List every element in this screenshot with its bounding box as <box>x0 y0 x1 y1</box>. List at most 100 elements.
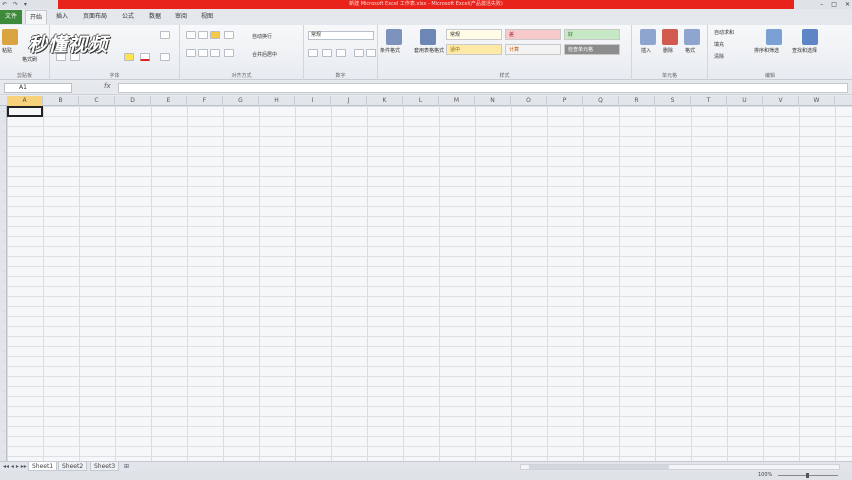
column-header-v[interactable]: V <box>763 96 799 106</box>
align-top-icon[interactable] <box>186 31 196 39</box>
tab-insert[interactable]: 插入 <box>52 10 72 24</box>
row-header[interactable]: · <box>0 449 7 454</box>
maximize-button[interactable]: □ <box>831 0 837 9</box>
tab-view[interactable]: 视图 <box>196 10 218 24</box>
style-good[interactable]: 好 <box>564 29 620 40</box>
font-size-up-icon[interactable] <box>160 31 170 39</box>
row-header[interactable]: · <box>0 419 7 424</box>
column-header-h[interactable]: H <box>259 96 295 106</box>
column-header-p[interactable]: P <box>547 96 583 106</box>
name-box[interactable]: A1 <box>4 83 72 93</box>
column-header-d[interactable]: D <box>115 96 151 106</box>
row-header[interactable]: · <box>0 189 7 194</box>
new-sheet-icon[interactable]: ⊞ <box>124 463 129 470</box>
row-header[interactable]: · <box>0 399 7 404</box>
row-header[interactable]: · <box>0 319 7 324</box>
column-header-w[interactable]: W <box>799 96 835 106</box>
row-header[interactable]: · <box>0 219 7 224</box>
row-header[interactable]: · <box>0 359 7 364</box>
cell-area[interactable] <box>7 106 852 461</box>
insert-function-icon[interactable]: fx <box>104 82 111 90</box>
align-bottom-icon[interactable] <box>210 31 220 39</box>
style-neutral[interactable]: 适中 <box>446 44 502 55</box>
indent-icon[interactable] <box>224 49 234 57</box>
column-header-l[interactable]: L <box>403 96 439 106</box>
tab-file[interactable]: 文件 <box>0 10 22 24</box>
column-header-b[interactable]: B <box>43 96 79 106</box>
row-header[interactable]: · <box>0 349 7 354</box>
insert-cells-icon[interactable] <box>640 29 656 45</box>
column-header-u[interactable]: U <box>727 96 763 106</box>
row-header[interactable]: · <box>0 209 7 214</box>
row-header[interactable]: · <box>0 239 7 244</box>
row-header[interactable]: · <box>0 289 7 294</box>
style-check-cell[interactable]: 检查单元格 <box>564 44 620 55</box>
sheet-tab-3[interactable]: Sheet3 <box>90 462 120 471</box>
row-header[interactable]: · <box>0 369 7 374</box>
decimal-increase-icon[interactable] <box>354 49 364 57</box>
row-header[interactable]: · <box>0 409 7 414</box>
column-header-i[interactable]: I <box>295 96 331 106</box>
row-header[interactable]: · <box>0 269 7 274</box>
column-header-f[interactable]: F <box>187 96 223 106</box>
fill-color-icon[interactable] <box>124 53 134 61</box>
tab-home[interactable]: 开始 <box>25 10 47 24</box>
column-header-a[interactable]: A <box>7 96 43 106</box>
percent-icon[interactable] <box>322 49 332 57</box>
row-header[interactable]: · <box>0 179 7 184</box>
row-header[interactable]: · <box>0 109 7 114</box>
sheet-tab-2[interactable]: Sheet2 <box>58 462 88 471</box>
number-format-select[interactable]: 常规 <box>308 31 374 40</box>
column-header-t[interactable]: T <box>691 96 727 106</box>
row-header[interactable]: · <box>0 299 7 304</box>
comma-icon[interactable] <box>336 49 346 57</box>
fill-button[interactable]: 填充 <box>714 41 724 48</box>
column-header-k[interactable]: K <box>367 96 403 106</box>
scroll-thumb[interactable] <box>529 465 669 469</box>
currency-icon[interactable] <box>308 49 318 57</box>
active-cell[interactable] <box>7 106 43 117</box>
horizontal-scrollbar[interactable] <box>520 464 840 470</box>
column-header-n[interactable]: N <box>475 96 511 106</box>
column-header-e[interactable]: E <box>151 96 187 106</box>
format-painter-button[interactable]: 格式刷 <box>22 56 37 63</box>
column-header-q[interactable]: Q <box>583 96 619 106</box>
phonetic-icon[interactable] <box>160 53 170 61</box>
autosum-button[interactable]: 自动求和 <box>714 29 734 36</box>
wrap-text-button[interactable]: 自动换行 <box>252 33 272 40</box>
row-header[interactable]: · <box>0 379 7 384</box>
orientation-icon[interactable] <box>224 31 234 39</box>
column-header-c[interactable]: C <box>79 96 115 106</box>
conditional-format-icon[interactable] <box>386 29 402 45</box>
style-calculation[interactable]: 计算 <box>505 44 561 55</box>
sort-filter-icon[interactable] <box>766 29 782 45</box>
row-header[interactable]: · <box>0 169 7 174</box>
row-header[interactable]: · <box>0 119 7 124</box>
column-header-s[interactable]: S <box>655 96 691 106</box>
column-header-j[interactable]: J <box>331 96 367 106</box>
font-color-icon[interactable] <box>140 53 150 61</box>
find-select-icon[interactable] <box>802 29 818 45</box>
delete-cells-icon[interactable] <box>662 29 678 45</box>
sheet-tab-1[interactable]: Sheet1 <box>28 462 58 471</box>
column-header-r[interactable]: R <box>619 96 655 106</box>
worksheet-grid[interactable]: ABCDEFGHIJKLMNOPQRSTUVW · · · · · · · · · · · · · · · ·… <box>0 96 852 461</box>
row-header[interactable]: · <box>0 309 7 314</box>
column-header-g[interactable]: G <box>223 96 259 106</box>
decimal-decrease-icon[interactable] <box>366 49 376 57</box>
sheet-nav-icon[interactable]: ◂◂ ◂ ▸ ▸▸ <box>3 463 27 470</box>
row-header[interactable]: · <box>0 229 7 234</box>
column-header-m[interactable]: M <box>439 96 475 106</box>
row-header[interactable]: · <box>0 339 7 344</box>
row-header[interactable]: · <box>0 279 7 284</box>
align-right-icon[interactable] <box>210 49 220 57</box>
tab-data[interactable]: 数据 <box>144 10 166 24</box>
table-format-icon[interactable] <box>420 29 436 45</box>
tab-formulas[interactable]: 公式 <box>117 10 139 24</box>
formula-input[interactable] <box>118 83 848 93</box>
row-header[interactable]: · <box>0 149 7 154</box>
merge-center-button[interactable]: 合并后居中 <box>252 51 277 58</box>
row-header[interactable]: · <box>0 129 7 134</box>
row-header[interactable]: · <box>0 159 7 164</box>
row-header[interactable]: · <box>0 389 7 394</box>
